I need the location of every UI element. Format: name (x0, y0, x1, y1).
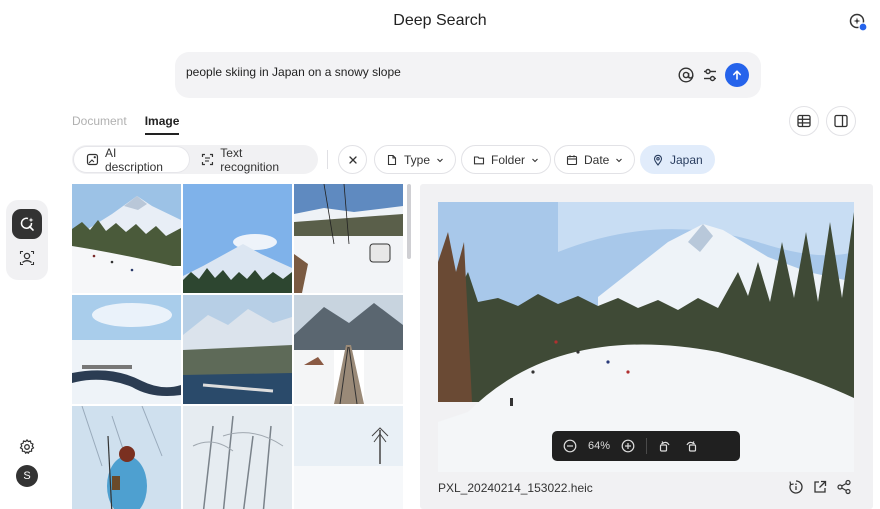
search-settings-icon[interactable] (848, 12, 868, 32)
image-thumbnail[interactable] (294, 295, 403, 404)
image-thumbnail[interactable] (72, 184, 181, 293)
zoom-level: 64% (588, 440, 611, 452)
grid-scrollbar[interactable] (407, 184, 411, 259)
close-icon (348, 155, 357, 164)
zoom-in-icon[interactable] (620, 438, 636, 454)
zoom-divider (646, 438, 648, 454)
chevron-down-icon (616, 158, 623, 162)
chevron-down-icon (437, 158, 443, 162)
image-thumbnail[interactable] (294, 406, 403, 509)
share-icon[interactable] (836, 479, 852, 495)
type-filter-label: Type (404, 152, 431, 167)
left-rail (6, 200, 48, 280)
avatar[interactable]: S (16, 465, 38, 487)
search-input[interactable] (186, 65, 656, 79)
search-mode-toggle: AI description Text recognition (72, 145, 318, 174)
tab-image[interactable]: Image (144, 114, 180, 135)
mode-label: AI description (104, 145, 163, 174)
image-thumbnail[interactable] (294, 184, 403, 293)
date-filter-label: Date (584, 152, 610, 167)
mode-ai-description[interactable]: AI description (74, 145, 190, 174)
face-search-icon (19, 250, 35, 266)
zoom-toolbar: 64% (552, 431, 740, 461)
image-thumbnail[interactable] (183, 406, 292, 509)
table-view-button[interactable] (789, 106, 819, 136)
mode-label: Text recognition (220, 145, 280, 174)
image-thumbnail[interactable] (72, 295, 181, 404)
face-search-button[interactable] (12, 243, 42, 273)
search-bar (175, 52, 761, 98)
image-results-grid (72, 184, 405, 509)
folder-icon (473, 155, 485, 164)
at-sign-icon[interactable] (677, 66, 695, 84)
type-filter[interactable]: Type (374, 145, 457, 174)
location-filter-label: Japan (670, 152, 703, 167)
content-tabs: Document Image (72, 114, 180, 135)
mode-text-recognition[interactable]: Text recognition (189, 145, 316, 174)
page-title: Deep Search (393, 12, 487, 29)
image-thumbnail[interactable] (183, 295, 292, 404)
image-thumbnail[interactable] (183, 184, 292, 293)
rotate-right-icon[interactable] (683, 438, 699, 454)
image-thumbnail[interactable] (72, 406, 181, 509)
file-icon (387, 154, 397, 165)
tab-document[interactable]: Document (72, 114, 127, 135)
image-ai-icon (86, 153, 99, 166)
send-button[interactable] (725, 63, 749, 87)
clear-filters-button[interactable] (338, 145, 367, 174)
preview-filename: PXL_20240214_153022.heic (438, 481, 593, 495)
chevron-down-icon (532, 158, 538, 162)
location-filter[interactable]: Japan (640, 145, 715, 174)
info-icon[interactable] (788, 479, 804, 495)
zoom-out-icon[interactable] (562, 438, 578, 454)
sliders-icon[interactable] (701, 66, 719, 84)
filter-divider (327, 150, 328, 169)
folder-filter-label: Folder (491, 152, 526, 167)
date-filter[interactable]: Date (554, 145, 636, 174)
folder-filter[interactable]: Folder (461, 145, 552, 174)
send-arrow-icon (733, 70, 741, 80)
image-search-button[interactable] (12, 209, 42, 239)
split-view-icon (834, 114, 848, 128)
table-view-icon (797, 114, 811, 128)
text-scan-icon (202, 153, 214, 166)
image-preview-panel: 64% PXL_20240214_153022.heic (420, 184, 873, 509)
gear-icon[interactable] (18, 438, 36, 456)
location-pin-icon (653, 154, 663, 166)
calendar-icon (566, 154, 578, 165)
open-external-icon[interactable] (812, 479, 828, 495)
image-search-icon (20, 217, 34, 231)
rotate-left-icon[interactable] (657, 438, 673, 454)
split-view-button[interactable] (826, 106, 856, 136)
